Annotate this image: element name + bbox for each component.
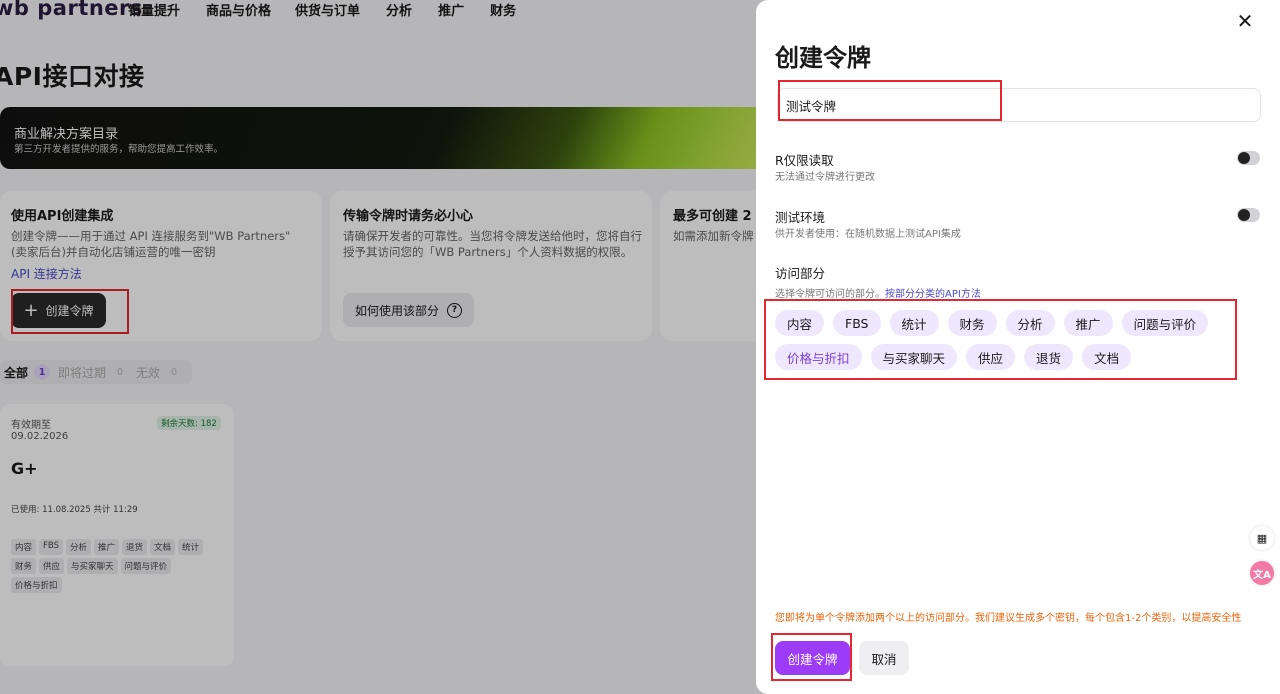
access-subtitle: 选择令牌可访问的部分。按部分分类的API方法 bbox=[775, 285, 981, 300]
readonly-subtitle: 无法通过令牌进行更改 bbox=[775, 172, 875, 183]
warning-text: 您即将为单个令牌添加两个以上的访问部分。我们建议生成多个密钥，每个包含1-2个类… bbox=[775, 613, 1242, 624]
translate-icon[interactable]: 文A bbox=[1250, 561, 1274, 585]
highlight-box bbox=[778, 80, 1002, 121]
grid-add-icon[interactable]: ▦ bbox=[1250, 526, 1274, 550]
readonly-toggle[interactable] bbox=[1237, 151, 1260, 165]
cancel-button[interactable]: 取消 bbox=[859, 641, 909, 675]
drawer-title: 创建令牌 bbox=[775, 44, 871, 72]
access-title: 访问部分 bbox=[775, 266, 826, 281]
readonly-title: R仅限读取 bbox=[775, 153, 834, 168]
test-env-toggle[interactable] bbox=[1237, 208, 1260, 222]
highlight-box bbox=[764, 299, 1237, 380]
create-token-drawer: ✕ 创建令牌 测试令牌 R仅限读取 无法通过令牌进行更改 测试环境 供开发者使用… bbox=[756, 0, 1280, 694]
test-env-title: 测试环境 bbox=[775, 210, 826, 225]
test-env-subtitle: 供开发者使用：在随机数据上测试API集成 bbox=[775, 229, 961, 240]
close-icon[interactable]: ✕ bbox=[1236, 11, 1254, 31]
highlight-box bbox=[771, 633, 852, 681]
